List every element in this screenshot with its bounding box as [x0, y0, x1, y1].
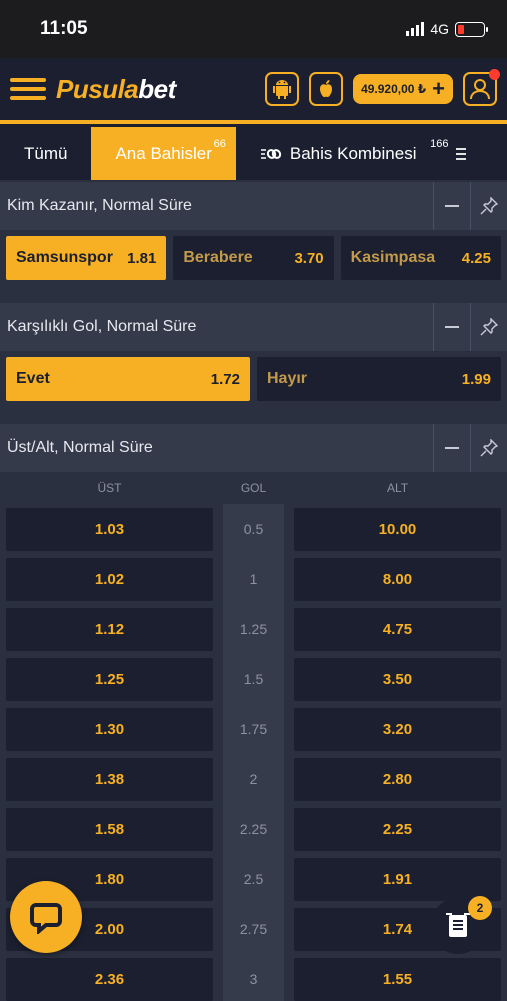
- under-odd-button[interactable]: 2.25: [294, 807, 501, 851]
- odd-draw[interactable]: Berabere 3.70: [173, 236, 334, 280]
- under-odd-button[interactable]: 1.91: [294, 857, 501, 901]
- pin-button[interactable]: [470, 424, 507, 472]
- user-profile-button[interactable]: [463, 69, 500, 106]
- col-goal-label: GOL: [240, 481, 267, 495]
- signal-icon: [406, 22, 425, 36]
- collapse-button[interactable]: [433, 182, 470, 230]
- goal-line-label: 1: [223, 554, 284, 604]
- combo-link-icon: [260, 148, 282, 159]
- goal-line-label: 2.25: [223, 804, 284, 854]
- under-odd-button[interactable]: 2.80: [294, 757, 501, 801]
- android-app-button[interactable]: [265, 72, 300, 106]
- under-odd-button[interactable]: 4.75: [294, 607, 501, 651]
- pin-icon: [480, 439, 498, 457]
- pin-button[interactable]: [470, 182, 507, 230]
- over-under-row: 1.58 2.25 2.25: [6, 804, 501, 854]
- over-under-header: ÜST GOL ALT: [6, 472, 501, 504]
- ios-app-button[interactable]: [309, 72, 344, 106]
- pusulabet-logo[interactable]: Pusulabet: [56, 74, 176, 105]
- over-odd-button[interactable]: 1.30: [6, 707, 213, 751]
- goal-line-label: 2.5: [223, 854, 284, 904]
- bet-slip-icon: [446, 913, 470, 937]
- network-label: 4G: [430, 21, 449, 37]
- pin-icon: [480, 318, 498, 336]
- over-odd-button[interactable]: 1.12: [6, 607, 213, 651]
- over-odd-button[interactable]: 1.02: [6, 557, 213, 601]
- under-odd-button[interactable]: 8.00: [294, 557, 501, 601]
- over-under-row: 1.25 1.5 3.50: [6, 654, 501, 704]
- odd-no[interactable]: Hayır 1.99: [257, 357, 501, 401]
- menu-icon[interactable]: [10, 78, 46, 100]
- odd-home[interactable]: Samsunspor 1.81: [6, 236, 167, 280]
- col-over-label: ÜST: [97, 481, 122, 495]
- apple-icon: [320, 80, 333, 98]
- plus-icon: +: [432, 76, 445, 101]
- goal-line-label: 1.5: [223, 654, 284, 704]
- notification-dot: [489, 69, 500, 80]
- tab-main-bets[interactable]: Ana Bahisler 66: [91, 127, 236, 180]
- app-screen: 11:05 4G Pusulabet 49.920,00 ₺ + Tümü An…: [0, 0, 507, 1001]
- over-under-row: 1.02 1 8.00: [6, 554, 501, 604]
- tab-all[interactable]: Tümü: [0, 127, 91, 180]
- minus-icon: [445, 205, 459, 207]
- goal-line-label: 3: [223, 954, 284, 1001]
- pin-icon: [480, 197, 498, 215]
- list-icon: [456, 147, 467, 160]
- tab-bet-combos[interactable]: Bahis Kombinesi 166: [236, 127, 448, 180]
- market-title: Kim Kazanır, Normal Süre: [7, 197, 192, 214]
- tab-more[interactable]: [446, 127, 476, 180]
- user-icon: [470, 79, 490, 100]
- minus-icon: [445, 447, 459, 449]
- over-under-row: 2.36 3 1.55: [6, 954, 501, 1001]
- market-title: Karşılıklı Gol, Normal Süre: [7, 318, 197, 335]
- minus-icon: [445, 326, 459, 328]
- bet-slip-count: 2: [468, 896, 492, 920]
- balance-deposit-button[interactable]: 49.920,00 ₺ +: [353, 74, 453, 104]
- col-under-label: ALT: [386, 481, 409, 495]
- over-under-row: 1.80 2.5 1.91: [6, 854, 501, 904]
- balance-amount: 49.920,00 ₺: [361, 82, 427, 96]
- status-indicators: 4G: [406, 21, 488, 37]
- odd-away[interactable]: Kasimpasa 4.25: [340, 236, 501, 280]
- over-odd-button[interactable]: 1.03: [6, 507, 213, 551]
- tab-count: 66: [213, 138, 226, 150]
- odd-yes[interactable]: Evet 1.72: [6, 357, 250, 401]
- goal-line-label: 0.5: [223, 504, 284, 554]
- market-header-over-under[interactable]: Üst/Alt, Normal Süre: [0, 424, 507, 472]
- over-odd-button[interactable]: 1.25: [6, 657, 213, 701]
- under-odd-button[interactable]: 10.00: [294, 507, 501, 551]
- pin-button[interactable]: [470, 303, 507, 351]
- over-odd-button[interactable]: 1.38: [6, 757, 213, 801]
- android-icon: [273, 80, 292, 99]
- market-body-winner: Samsunspor 1.81 Berabere 3.70 Kasimpasa …: [0, 230, 507, 290]
- under-odd-button[interactable]: 3.50: [294, 657, 501, 701]
- over-under-row: 1.38 2 2.80: [6, 754, 501, 804]
- goal-line-label: 2.75: [223, 904, 284, 954]
- goal-line-label: 1.75: [223, 704, 284, 754]
- bet-slip-button[interactable]: 2: [430, 896, 492, 954]
- goal-line-label: 1.25: [223, 604, 284, 654]
- market-header-btts[interactable]: Karşılıklı Gol, Normal Süre: [0, 303, 507, 351]
- under-odd-button[interactable]: 3.20: [294, 707, 501, 751]
- over-odd-button[interactable]: 2.36: [6, 957, 213, 1001]
- collapse-button[interactable]: [433, 424, 470, 472]
- over-under-row: 1.12 1.25 4.75: [6, 604, 501, 654]
- market-header-winner[interactable]: Kim Kazanır, Normal Süre: [0, 182, 507, 230]
- chat-icon: [30, 903, 62, 934]
- under-odd-button[interactable]: 1.55: [294, 957, 501, 1001]
- status-time: 11:05: [40, 18, 88, 39]
- status-bar: 11:05 4G: [0, 0, 507, 58]
- market-body-btts: Evet 1.72 Hayır 1.99: [0, 351, 507, 411]
- over-under-row: 1.30 1.75 3.20: [6, 704, 501, 754]
- over-odd-button[interactable]: 1.58: [6, 807, 213, 851]
- goal-line-label: 2: [223, 754, 284, 804]
- battery-icon: [455, 21, 488, 37]
- over-under-row: 1.03 0.5 10.00: [6, 504, 501, 554]
- live-chat-button[interactable]: [10, 881, 82, 953]
- market-tabs: Tümü Ana Bahisler 66 Bahis Kombinesi 166: [0, 124, 507, 180]
- collapse-button[interactable]: [433, 303, 470, 351]
- app-header: Pusulabet 49.920,00 ₺ +: [0, 58, 507, 124]
- market-title: Üst/Alt, Normal Süre: [7, 439, 153, 456]
